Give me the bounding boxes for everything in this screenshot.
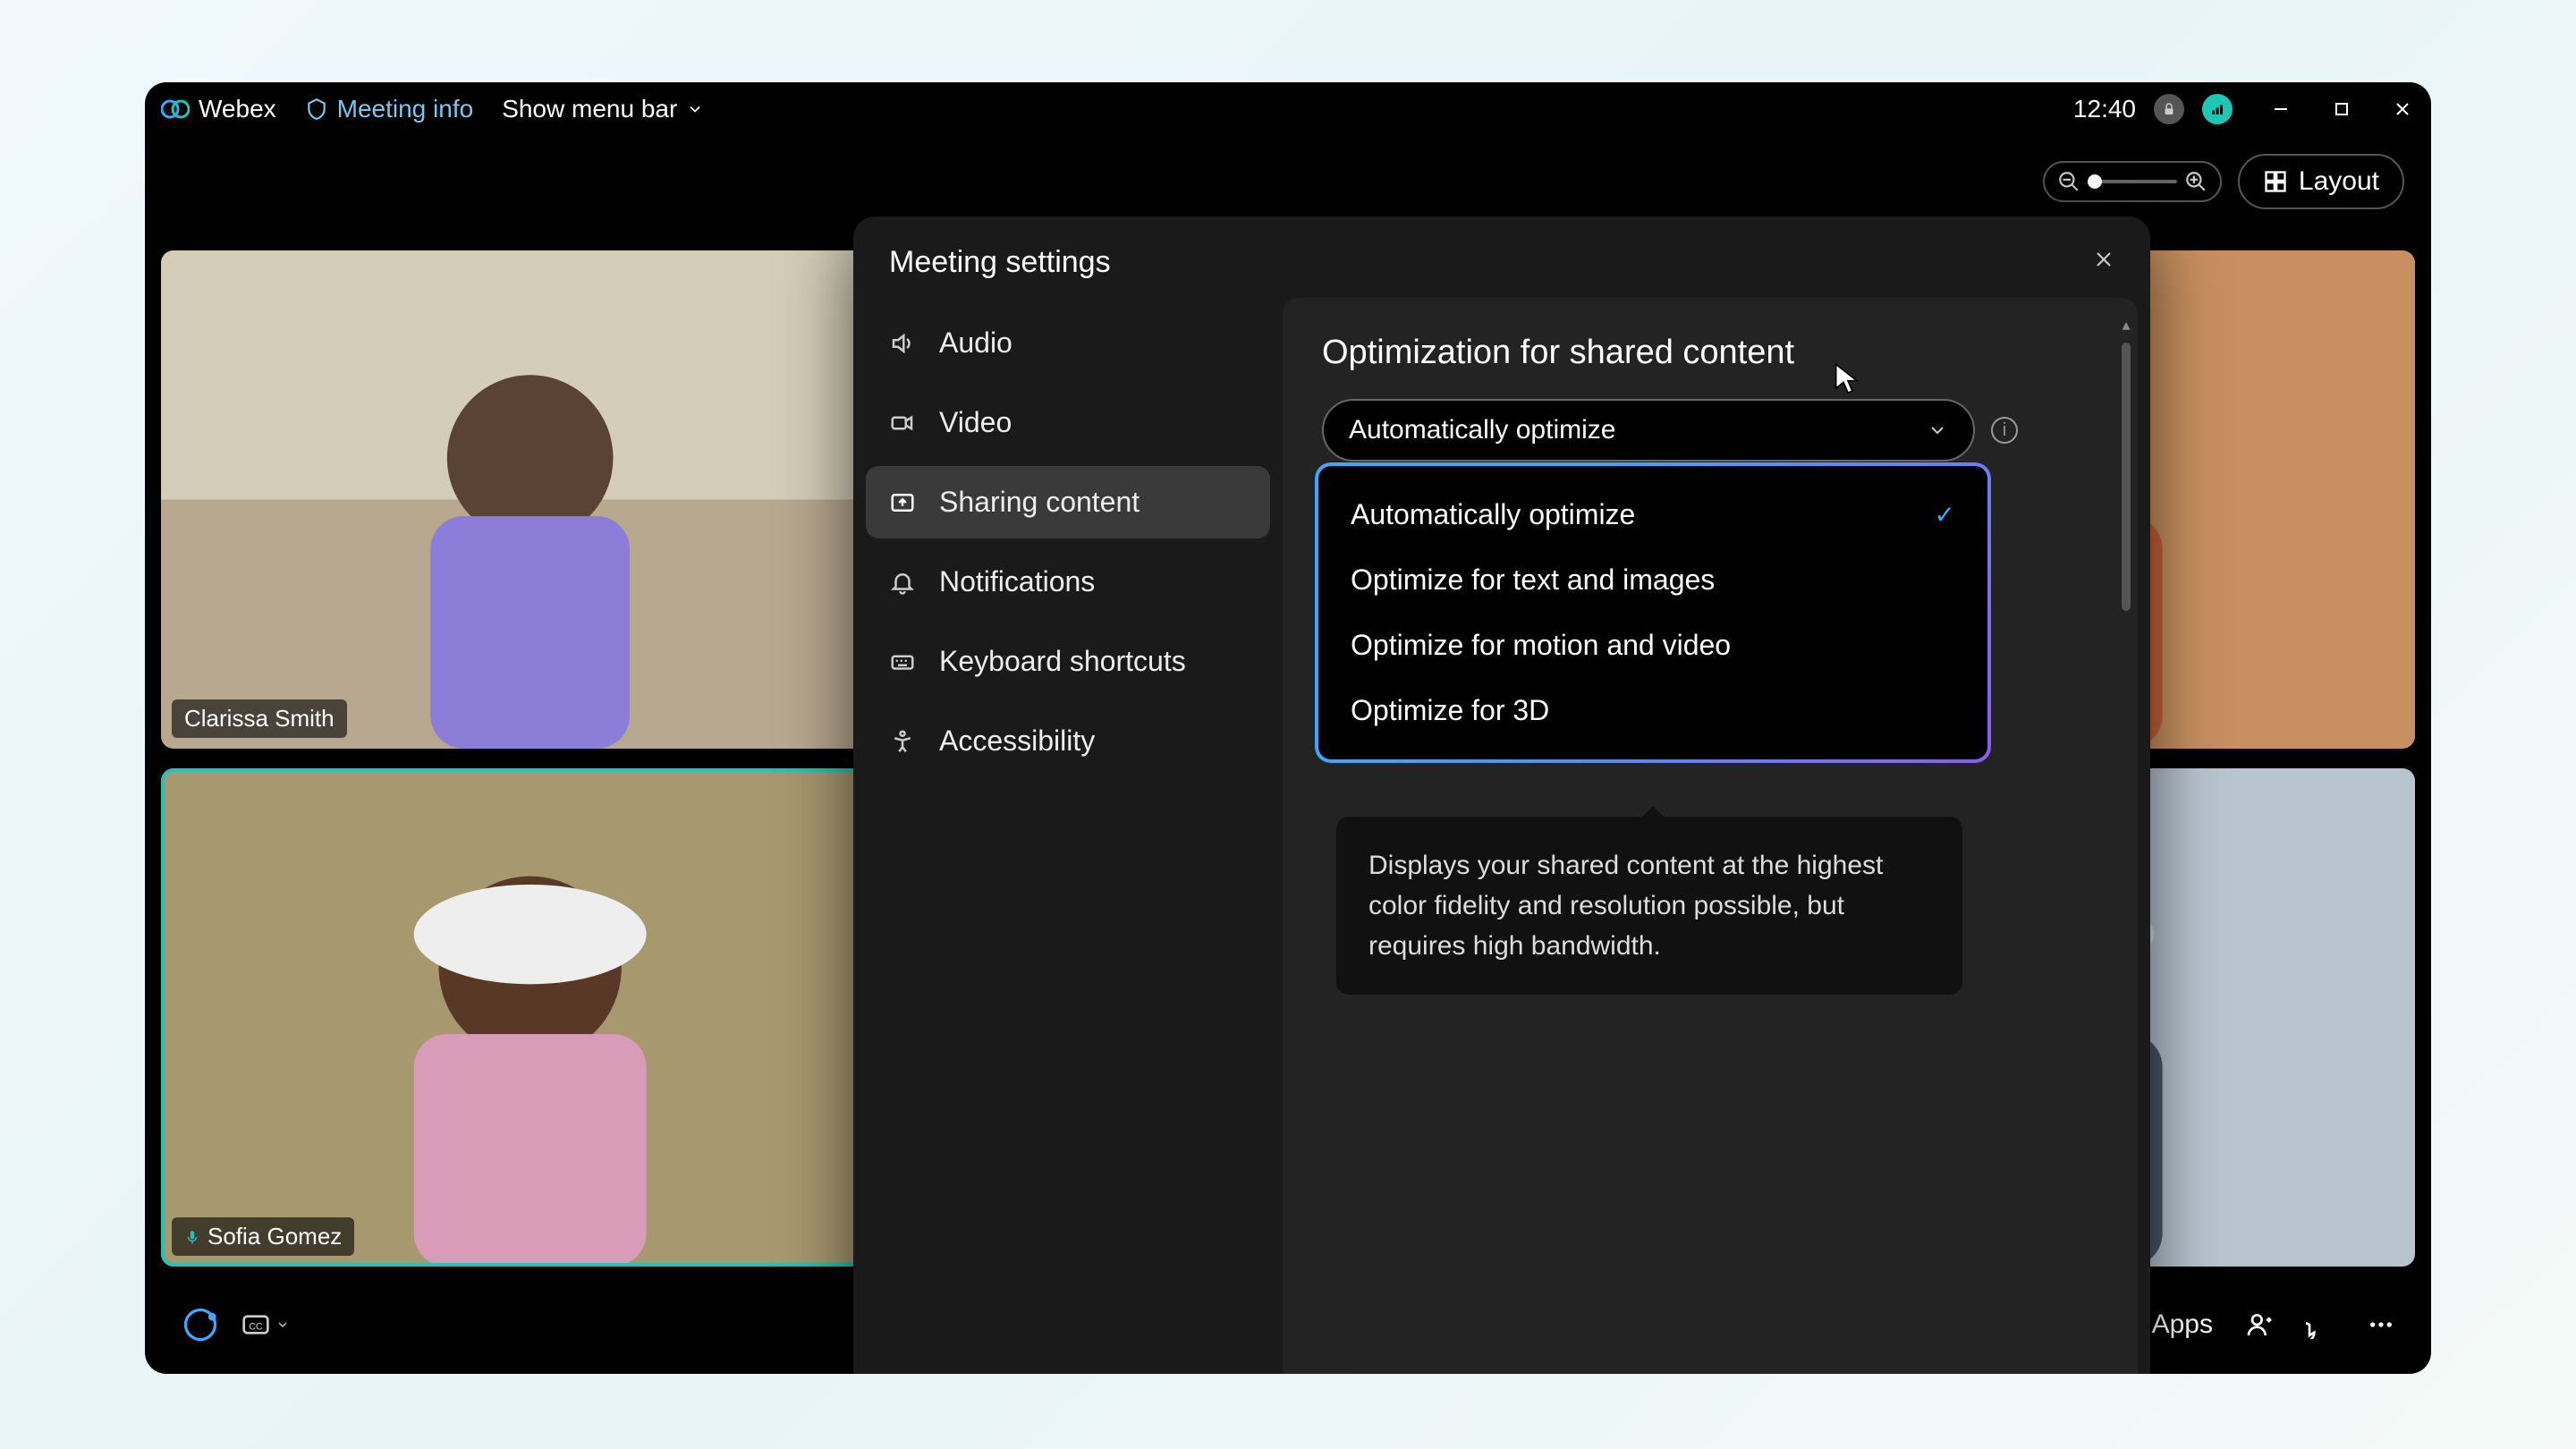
settings-header: Meeting settings xyxy=(853,216,2150,298)
close-settings-button[interactable] xyxy=(2093,249,2114,276)
meeting-info-button[interactable]: Meeting info xyxy=(305,95,474,123)
close-window-button[interactable] xyxy=(2390,97,2415,122)
video-tile-active-speaker[interactable]: Sofia Gomez xyxy=(161,768,899,1267)
sidebar-item-label: Sharing content xyxy=(939,486,1140,519)
participants-icon[interactable] xyxy=(2245,1310,2274,1339)
chat-icon[interactable] xyxy=(2306,1310,2334,1339)
zoom-slider[interactable] xyxy=(2088,180,2177,183)
dropdown-row: Automatically optimize i xyxy=(1322,399,2098,462)
maximize-button[interactable] xyxy=(2329,97,2354,122)
chevron-down-icon xyxy=(686,100,704,118)
content-heading: Optimization for shared content xyxy=(1322,334,2098,372)
cc-icon: CC xyxy=(242,1310,270,1339)
settings-title: Meeting settings xyxy=(889,245,1111,280)
app-name: Webex xyxy=(199,95,276,123)
option-label: Optimize for motion and video xyxy=(1351,629,1731,662)
lock-icon[interactable] xyxy=(2154,94,2184,124)
scrollbar[interactable]: ▴ ▾ xyxy=(2120,316,2132,1374)
chevron-down-icon xyxy=(275,1318,290,1332)
speaker-icon xyxy=(889,330,916,357)
dropdown-option-3d[interactable]: Optimize for 3D xyxy=(1318,678,1987,743)
sidebar-item-keyboard[interactable]: Keyboard shortcuts xyxy=(866,625,1270,698)
dropdown-selected-value: Automatically optimize xyxy=(1349,415,1615,445)
titlebar: Webex Meeting info Show menu bar 12:40 xyxy=(145,82,2431,136)
chevron-down-icon xyxy=(1927,419,1948,441)
option-label: Optimize for text and images xyxy=(1351,564,1715,597)
zoom-control[interactable] xyxy=(2043,161,2222,202)
view-toolbar: Layout xyxy=(2043,154,2404,209)
window-controls xyxy=(2268,97,2415,122)
bell-icon xyxy=(889,569,916,596)
meeting-info-label: Meeting info xyxy=(337,95,474,123)
tooltip: Displays your shared content at the high… xyxy=(1336,817,1962,995)
sidebar-item-label: Audio xyxy=(939,326,1013,360)
sidebar-item-label: Accessibility xyxy=(939,724,1095,758)
optimization-dropdown[interactable]: Automatically optimize xyxy=(1322,399,1975,462)
mic-active-icon xyxy=(184,1229,200,1245)
bottom-left-controls: CC xyxy=(181,1305,290,1344)
settings-body: Audio Video Sharing content Notification… xyxy=(853,298,2150,1374)
sidebar-item-notifications[interactable]: Notifications xyxy=(866,546,1270,618)
webex-logo-icon xyxy=(161,95,190,123)
check-icon: ✓ xyxy=(1935,500,1955,530)
option-label: Optimize for 3D xyxy=(1351,694,1549,727)
scroll-up-icon[interactable]: ▴ xyxy=(2120,316,2132,335)
assistant-icon[interactable] xyxy=(181,1305,220,1344)
layout-button[interactable]: Layout xyxy=(2238,154,2404,209)
sidebar-item-accessibility[interactable]: Accessibility xyxy=(866,705,1270,777)
participant-name-label: Sofia Gomez xyxy=(172,1217,354,1256)
app-logo-group[interactable]: Webex xyxy=(161,95,276,123)
info-button[interactable]: i xyxy=(1991,417,2018,444)
video-tile[interactable]: Clarissa Smith xyxy=(161,250,899,749)
app-window: Webex Meeting info Show menu bar 12:40 xyxy=(145,82,2431,1374)
zoom-out-icon[interactable] xyxy=(2057,170,2080,193)
clock: 12:40 xyxy=(2073,95,2136,123)
shield-icon xyxy=(305,97,328,121)
show-menu-bar-button[interactable]: Show menu bar xyxy=(502,95,704,123)
keyboard-icon xyxy=(889,648,916,675)
camera-icon xyxy=(889,410,916,436)
titlebar-left: Webex Meeting info Show menu bar xyxy=(161,95,704,123)
meeting-settings-panel: Meeting settings Audio Video Sharing con… xyxy=(853,216,2150,1374)
option-label: Automatically optimize xyxy=(1351,498,1635,531)
optimization-dropdown-menu: Automatically optimize ✓ Optimize for te… xyxy=(1315,462,1991,763)
participant-name-label: Clarissa Smith xyxy=(172,699,347,738)
show-menu-label: Show menu bar xyxy=(502,95,677,123)
close-icon xyxy=(2093,249,2114,270)
svg-text:CC: CC xyxy=(249,1321,263,1332)
tooltip-arrow xyxy=(1640,806,1665,818)
settings-sidebar: Audio Video Sharing content Notification… xyxy=(853,298,1283,1374)
dropdown-option-text[interactable]: Optimize for text and images xyxy=(1318,547,1987,613)
accessibility-icon xyxy=(889,728,916,755)
scroll-thumb[interactable] xyxy=(2122,343,2131,611)
zoom-in-icon[interactable] xyxy=(2184,170,2207,193)
sidebar-item-label: Keyboard shortcuts xyxy=(939,645,1186,678)
closed-caption-button[interactable]: CC xyxy=(242,1310,290,1339)
sidebar-item-sharing[interactable]: Sharing content xyxy=(866,466,1270,538)
settings-content: Optimization for shared content Automati… xyxy=(1283,298,2138,1374)
sidebar-item-label: Video xyxy=(939,406,1012,439)
more-options-icon[interactable] xyxy=(2367,1310,2395,1339)
grid-icon xyxy=(2263,169,2288,194)
layout-label: Layout xyxy=(2299,166,2379,197)
sidebar-item-video[interactable]: Video xyxy=(866,386,1270,459)
share-screen-icon xyxy=(889,489,916,516)
titlebar-right: 12:40 xyxy=(2073,94,2415,124)
sidebar-item-audio[interactable]: Audio xyxy=(866,307,1270,379)
sidebar-item-label: Notifications xyxy=(939,565,1095,598)
dropdown-option-motion[interactable]: Optimize for motion and video xyxy=(1318,613,1987,678)
tooltip-text: Displays your shared content at the high… xyxy=(1368,851,1883,961)
info-icon: i xyxy=(2003,420,2006,441)
bottom-right-controls: Apps xyxy=(2114,1309,2395,1340)
apps-label: Apps xyxy=(2152,1309,2213,1340)
network-status-icon[interactable] xyxy=(2202,94,2233,124)
dropdown-option-auto[interactable]: Automatically optimize ✓ xyxy=(1318,482,1987,547)
minimize-button[interactable] xyxy=(2268,97,2293,122)
